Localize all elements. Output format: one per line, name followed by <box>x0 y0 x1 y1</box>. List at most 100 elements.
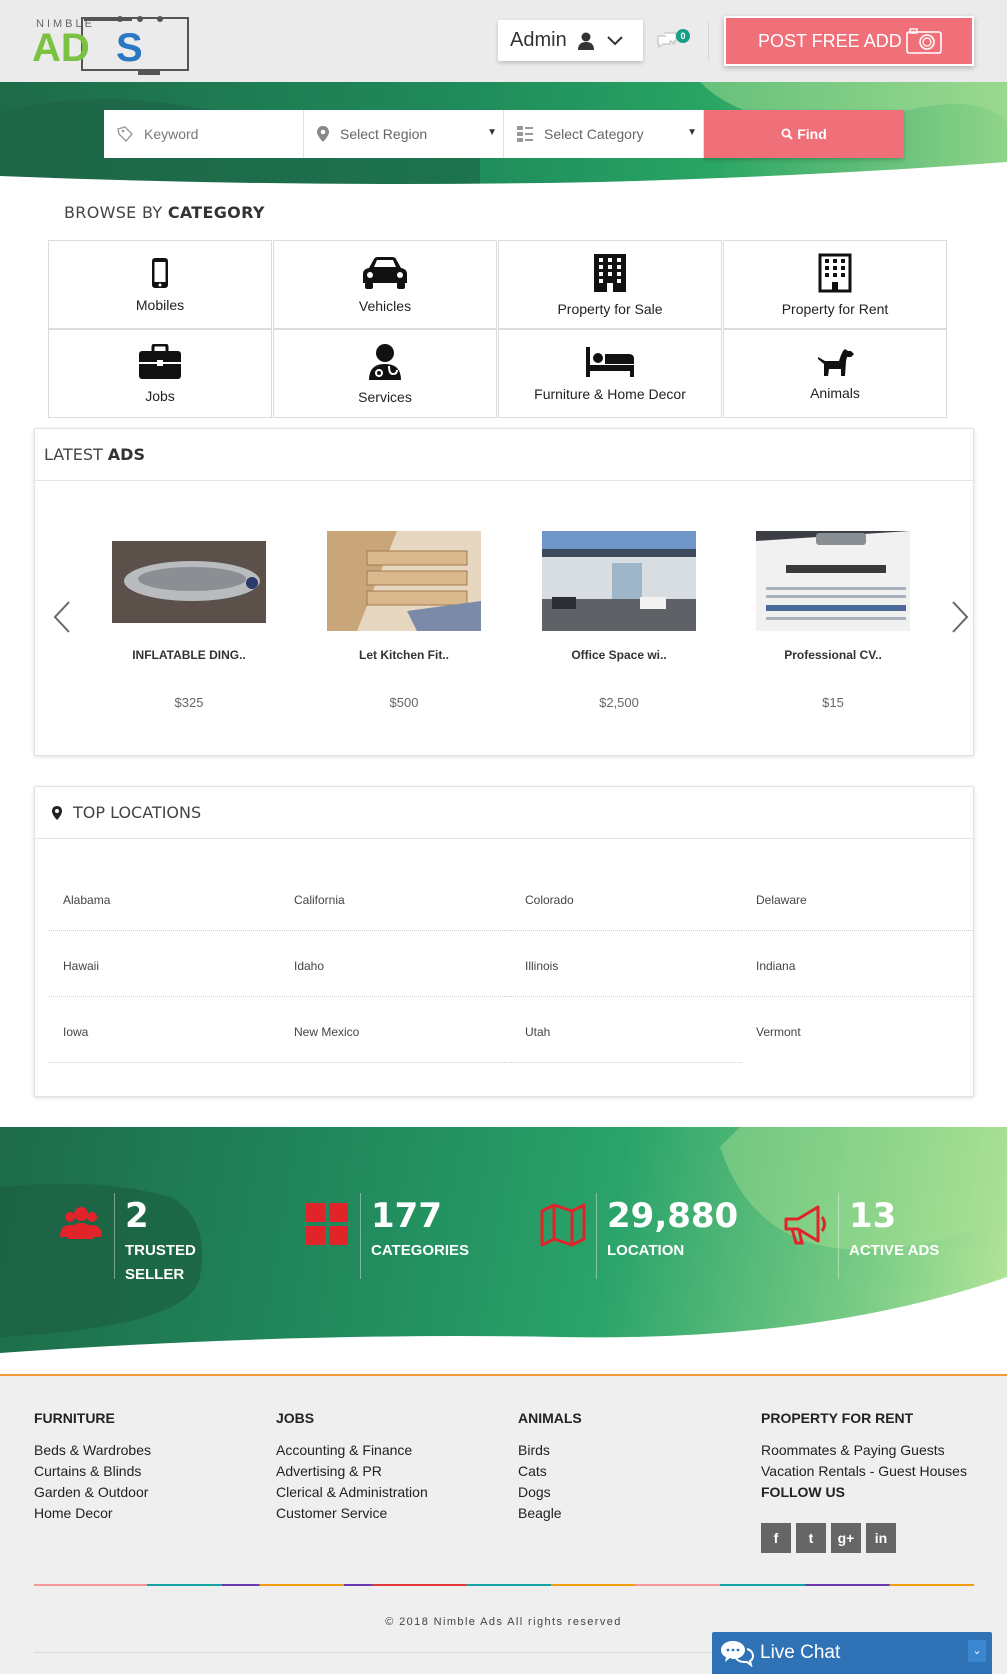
stat-active-ads: 13 ACTIVE ADS <box>780 1193 940 1279</box>
location-link[interactable]: Delaware <box>742 865 973 931</box>
category-tile-services[interactable]: Services <box>273 329 497 418</box>
stat-separator <box>114 1193 115 1279</box>
footer-link[interactable]: Customer Service <box>276 1503 428 1524</box>
location-link[interactable]: Alabama <box>49 865 280 931</box>
footer-link[interactable]: Accounting & Finance <box>276 1440 428 1461</box>
ad-card[interactable]: Office Space wi.. $2,500 <box>542 531 696 710</box>
stat-label: ACTIVE ADS <box>849 1242 940 1259</box>
google-plus-icon[interactable]: g+ <box>831 1523 861 1553</box>
post-free-ad-button[interactable]: POST FREE ADD <box>724 16 974 66</box>
category-tile-vehicles[interactable]: Vehicles <box>273 240 497 329</box>
footer-link[interactable]: Vacation Rentals - Guest Houses <box>761 1461 967 1482</box>
building-icon <box>594 253 626 292</box>
footer-link[interactable]: Dogs <box>518 1482 582 1503</box>
location-link[interactable]: New Mexico <box>280 997 511 1063</box>
region-select[interactable]: Select Region ▼ <box>304 110 504 158</box>
bed-icon <box>586 346 634 377</box>
linkedin-icon[interactable]: in <box>866 1523 896 1553</box>
location-link[interactable]: Utah <box>511 997 742 1063</box>
location-link[interactable]: Indiana <box>742 931 973 997</box>
category-label: Furniture & Home Decor <box>534 385 686 402</box>
category-tile-animals[interactable]: Animals <box>723 329 947 418</box>
footer-link[interactable]: Curtains & Blinds <box>34 1461 151 1482</box>
live-chat-widget[interactable]: Live Chat ⌄ <box>712 1632 992 1674</box>
location-link[interactable]: Colorado <box>511 865 742 931</box>
footer-link[interactable]: Beds & Wardrobes <box>34 1440 151 1461</box>
location-link[interactable]: Idaho <box>280 931 511 997</box>
location-link[interactable]: California <box>280 865 511 931</box>
site-footer: FURNITURE Beds & Wardrobes Curtains & Bl… <box>0 1374 1007 1674</box>
footer-column-jobs: JOBS Accounting & Finance Advertising & … <box>276 1410 428 1524</box>
user-menu-button[interactable]: Admin <box>498 20 643 61</box>
ad-thumbnail <box>542 531 696 631</box>
social-links: f t g+ in <box>761 1523 967 1553</box>
footer-link[interactable]: Home Decor <box>34 1503 151 1524</box>
stat-categories: 177 CATEGORIES <box>302 1193 469 1279</box>
ad-title: Let Kitchen Fit.. <box>359 648 449 662</box>
footer-heading: FURNITURE <box>34 1410 115 1426</box>
location-link[interactable]: Vermont <box>742 997 973 1063</box>
stat-value: 177 <box>371 1196 442 1236</box>
stat-separator <box>360 1193 361 1279</box>
top-locations-panel: TOP LOCATIONS Alabama California Colorad… <box>34 786 974 1097</box>
messages-icon[interactable] <box>656 32 678 50</box>
ad-title: Office Space wi.. <box>571 648 667 662</box>
find-button[interactable]: Find <box>704 110 904 158</box>
keyword-input[interactable]: Keyword <box>104 110 304 158</box>
footer-link[interactable]: Garden & Outdoor <box>34 1482 151 1503</box>
ad-card[interactable]: Let Kitchen Fit.. $500 <box>327 531 481 710</box>
location-link[interactable]: Hawaii <box>49 931 280 997</box>
grid-icon <box>306 1203 348 1245</box>
footer-column-animals: ANIMALS Birds Cats Dogs Beagle <box>518 1410 582 1524</box>
twitter-icon[interactable]: t <box>796 1523 826 1553</box>
mobile-phone-icon <box>152 257 168 288</box>
user-name: Admin <box>510 29 567 51</box>
category-label: Mobiles <box>135 296 185 313</box>
user-doctor-icon <box>369 343 401 380</box>
carousel-next-icon[interactable] <box>951 601 969 633</box>
footer-column-property-rent: PROPERTY FOR RENT Roommates & Paying Gue… <box>761 1410 967 1553</box>
chevron-down-icon[interactable]: ⌄ <box>968 1640 986 1662</box>
location-link[interactable]: Iowa <box>49 997 280 1063</box>
location-link[interactable]: Illinois <box>511 931 742 997</box>
top-locations-header: TOP LOCATIONS <box>35 787 973 839</box>
category-label: Property for Sale <box>557 300 663 317</box>
map-pin-icon <box>52 805 62 820</box>
carousel-prev-icon[interactable] <box>53 601 71 633</box>
category-select[interactable]: Select Category ▼ <box>504 110 704 158</box>
category-tile-jobs[interactable]: Jobs <box>48 329 272 418</box>
footer-link[interactable]: Advertising & PR <box>276 1461 428 1482</box>
svg-text:S: S <box>116 26 143 70</box>
footer-link[interactable]: Clerical & Administration <box>276 1482 428 1503</box>
category-label: Animals <box>810 384 860 401</box>
stat-trusted-sellers: 2 TRUSTED SELLER <box>56 1193 196 1287</box>
category-tile-furniture[interactable]: Furniture & Home Decor <box>498 329 722 418</box>
ad-title: Professional CV.. <box>784 648 882 662</box>
footer-link[interactable]: Roommates & Paying Guests <box>761 1440 967 1461</box>
category-tile-mobiles[interactable]: Mobiles <box>48 240 272 329</box>
live-chat-label: Live Chat <box>760 1642 841 1663</box>
stat-separator <box>838 1193 839 1279</box>
ad-card[interactable]: Professional CV.. $15 <box>756 531 910 710</box>
footer-link[interactable]: Beagle <box>518 1503 582 1524</box>
browse-title-strong: CATEGORY <box>167 203 265 222</box>
ad-price: $2,500 <box>599 695 639 710</box>
category-tile-property-for-rent[interactable]: Property for Rent <box>723 240 947 329</box>
locations-grid: Alabama California Colorado Delaware Haw… <box>49 865 973 1063</box>
footer-link[interactable]: Birds <box>518 1440 582 1461</box>
caret-down-icon: ▼ <box>687 127 697 138</box>
category-label: Jobs <box>145 387 175 404</box>
map-icon <box>540 1203 586 1247</box>
category-tile-property-for-sale[interactable]: Property for Sale <box>498 240 722 329</box>
header-divider <box>708 22 709 60</box>
user-icon <box>577 32 594 50</box>
ad-card[interactable]: INFLATABLE DING.. $325 <box>112 531 266 710</box>
facebook-icon[interactable]: f <box>761 1523 791 1553</box>
search-icon <box>781 128 793 140</box>
stat-separator <box>596 1193 597 1279</box>
site-logo[interactable]: NIMBLE AD S <box>32 15 190 75</box>
footer-link[interactable]: Cats <box>518 1461 582 1482</box>
find-label: Find <box>797 126 827 142</box>
tag-icon <box>117 126 133 143</box>
camera-icon <box>906 28 942 54</box>
